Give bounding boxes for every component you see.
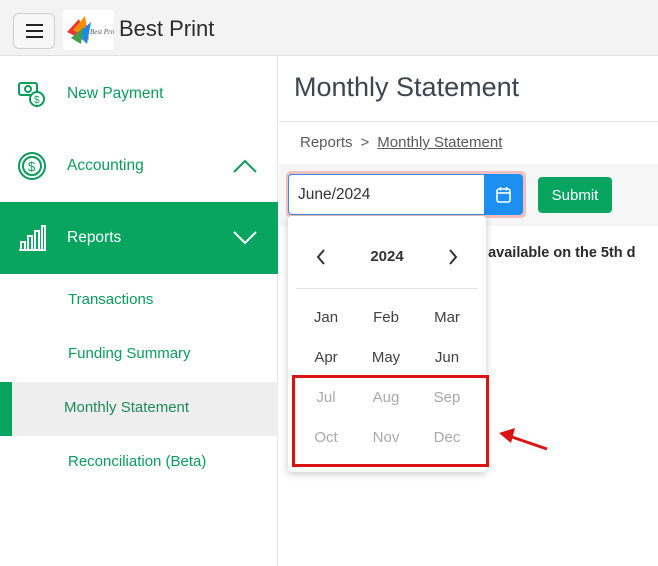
menu-bar bbox=[25, 36, 43, 38]
chevron-left-icon[interactable] bbox=[312, 246, 330, 268]
sidebar-item-label: New Payment bbox=[67, 85, 164, 102]
sidebar-subitem-monthly-statement[interactable]: Monthly Statement bbox=[0, 382, 278, 436]
picker-year[interactable]: 2024 bbox=[357, 248, 417, 265]
sidebar-subitem-label: Reconciliation (Beta) bbox=[68, 453, 207, 470]
month-year-input[interactable] bbox=[288, 174, 484, 215]
app-title: Best Print bbox=[119, 16, 215, 41]
annotation-highlight-box bbox=[292, 375, 489, 467]
menu-bar bbox=[25, 30, 43, 32]
hamburger-menu-button[interactable] bbox=[13, 13, 55, 49]
breadcrumb-current[interactable]: Monthly Statement bbox=[377, 134, 502, 151]
picker-divider bbox=[296, 288, 478, 289]
breadcrumb-separator: > bbox=[360, 134, 370, 151]
page-title: Monthly Statement bbox=[294, 72, 520, 102]
sidebar-item-label: Accounting bbox=[67, 157, 144, 174]
menu-bar bbox=[25, 24, 43, 26]
month-apr[interactable]: Apr bbox=[301, 349, 351, 366]
chevron-right-icon[interactable] bbox=[444, 246, 462, 268]
divider bbox=[279, 121, 658, 122]
svg-text:$: $ bbox=[34, 95, 40, 106]
top-bar: Best Print Best Print bbox=[0, 0, 658, 56]
sidebar-subitem-funding-summary[interactable]: Funding Summary bbox=[0, 328, 278, 382]
month-may[interactable]: May bbox=[361, 349, 411, 366]
month-feb[interactable]: Feb bbox=[361, 309, 411, 326]
sidebar-subitem-label: Transactions bbox=[68, 291, 154, 308]
sidebar-item-accounting[interactable]: $ Accounting bbox=[0, 138, 278, 194]
sidebar-subitem-transactions[interactable]: Transactions bbox=[0, 274, 278, 328]
bar-chart-icon bbox=[17, 223, 47, 253]
sidebar-subitem-label: Funding Summary bbox=[68, 345, 191, 362]
breadcrumb: Reports > Monthly Statement bbox=[300, 134, 502, 151]
chevron-up-icon[interactable] bbox=[232, 158, 258, 174]
sidebar-subitem-reconciliation[interactable]: Reconciliation (Beta) bbox=[0, 436, 278, 490]
sidebar-subitem-label: Monthly Statement bbox=[64, 399, 190, 416]
company-logo: Best Print bbox=[63, 10, 119, 50]
sidebar-item-label: Reports bbox=[67, 229, 122, 246]
money-icon: $ bbox=[17, 79, 47, 109]
annotation-arrow-icon bbox=[495, 424, 551, 456]
calendar-icon bbox=[496, 186, 511, 208]
month-jan[interactable]: Jan bbox=[301, 309, 351, 326]
month-jun[interactable]: Jun bbox=[422, 349, 472, 366]
calendar-button[interactable] bbox=[484, 174, 523, 215]
sidebar-item-new-payment[interactable]: $ New Payment bbox=[0, 66, 278, 122]
month-mar[interactable]: Mar bbox=[422, 309, 472, 326]
chevron-down-icon[interactable] bbox=[232, 230, 258, 246]
breadcrumb-root[interactable]: Reports bbox=[300, 134, 353, 151]
availability-notice: s available on the 5th d bbox=[476, 245, 636, 261]
svg-text:Best Print: Best Print bbox=[90, 28, 114, 36]
sidebar-item-reports[interactable]: Reports bbox=[0, 202, 278, 274]
svg-text:$: $ bbox=[28, 159, 36, 174]
dollar-circle-icon: $ bbox=[17, 151, 47, 181]
submit-button[interactable]: Submit bbox=[538, 177, 612, 213]
